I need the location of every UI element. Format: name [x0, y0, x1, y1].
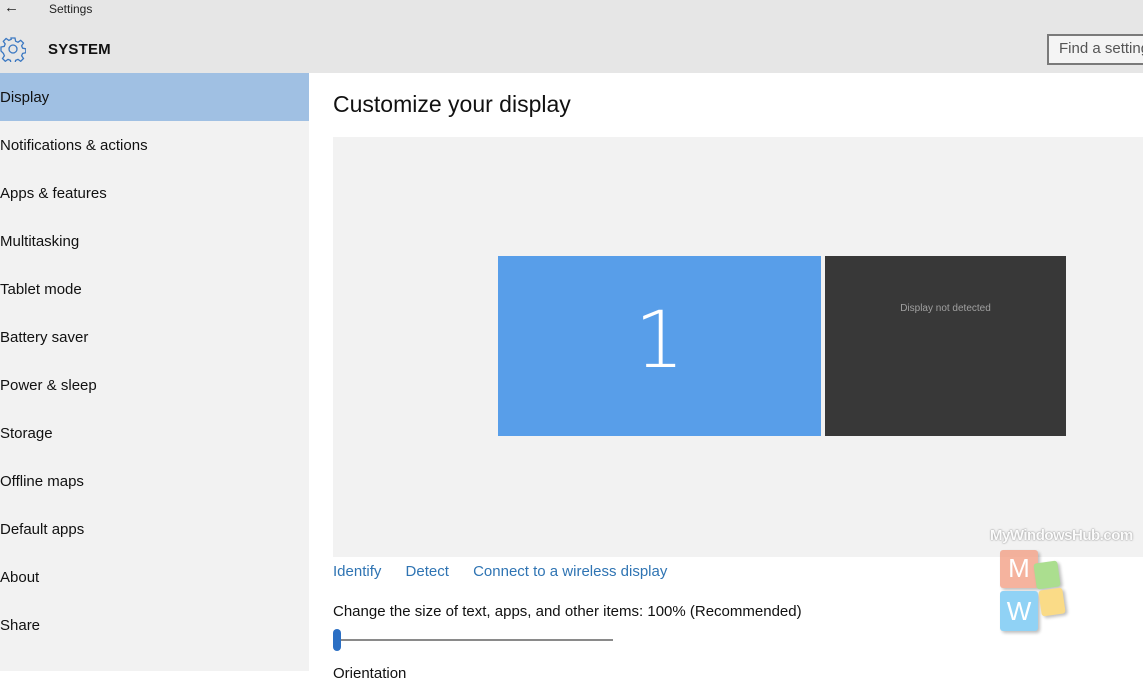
logo-tile-w: W [1000, 591, 1038, 631]
watermark: MyWindowsHub.com M W [990, 527, 1140, 647]
detect-link[interactable]: Detect [406, 563, 449, 580]
logo-letter-w: W [1006, 596, 1032, 626]
sidebar-item-label: Multitasking [0, 233, 80, 250]
sidebar-item-label: About [0, 569, 40, 586]
sidebar-item-offline-maps[interactable]: Offline maps [0, 457, 309, 505]
sidebar-item-share[interactable]: Share [0, 601, 309, 649]
sidebar-item-label: Battery saver [0, 329, 89, 346]
logo-tile-yellow [1038, 587, 1066, 617]
app-title: Settings [49, 2, 93, 16]
sidebar-item-label: Power & sleep [0, 377, 97, 394]
sidebar-item-apps-features[interactable]: Apps & features [0, 169, 309, 217]
sidebar-item-label: Display [0, 89, 50, 106]
sidebar-item-battery-saver[interactable]: Battery saver [0, 313, 309, 361]
sidebar-item-power-sleep[interactable]: Power & sleep [0, 361, 309, 409]
sidebar-item-label: Notifications & actions [0, 137, 148, 154]
display-arrangement-area: 1 Display not detected [333, 137, 1143, 557]
monitor-1-tile[interactable]: 1 [498, 256, 821, 436]
gear-icon [0, 37, 26, 62]
logo-tile-m: M [1000, 550, 1038, 588]
watermark-text: MyWindowsHub.com [990, 527, 1133, 544]
sidebar: Display Notifications & actions Apps & f… [0, 73, 309, 671]
sidebar-item-notifications[interactable]: Notifications & actions [0, 121, 309, 169]
monitor-2-tile[interactable]: Display not detected [825, 256, 1066, 436]
section-title: SYSTEM [48, 41, 111, 58]
sidebar-item-default-apps[interactable]: Default apps [0, 505, 309, 553]
search-placeholder: Find a setting [1059, 40, 1143, 57]
display-links: Identify Detect Connect to a wireless di… [333, 563, 687, 580]
sidebar-item-label: Offline maps [0, 473, 84, 490]
sidebar-item-storage[interactable]: Storage [0, 409, 309, 457]
back-button[interactable]: ← [4, 0, 24, 18]
title-bar: ← Settings SYSTEM Find a setting [0, 0, 1143, 73]
connect-wireless-display-link[interactable]: Connect to a wireless display [473, 563, 667, 580]
sidebar-item-about[interactable]: About [0, 553, 309, 601]
back-arrow-icon: ← [4, 0, 19, 16]
sidebar-item-label: Tablet mode [0, 281, 82, 298]
slider-thumb[interactable] [333, 629, 341, 651]
logo-tile-green [1033, 560, 1061, 590]
orientation-label: Orientation [333, 665, 407, 682]
sidebar-item-display[interactable]: Display [0, 73, 309, 121]
identify-link[interactable]: Identify [333, 563, 381, 580]
page-title: Customize your display [333, 91, 571, 117]
sidebar-item-tablet-mode[interactable]: Tablet mode [0, 265, 309, 313]
scale-slider[interactable] [333, 629, 615, 651]
search-input[interactable]: Find a setting [1047, 34, 1143, 65]
sidebar-item-label: Share [0, 617, 41, 634]
logo-letter-m: M [1008, 553, 1030, 583]
sidebar-item-label: Default apps [0, 521, 85, 538]
monitor-number: 1 [634, 296, 685, 386]
slider-track [333, 639, 613, 641]
sidebar-item-label: Apps & features [0, 185, 107, 202]
scale-label: Change the size of text, apps, and other… [333, 603, 802, 620]
monitor-status: Display not detected [900, 303, 991, 314]
sidebar-item-label: Storage [0, 425, 53, 442]
sidebar-item-multitasking[interactable]: Multitasking [0, 217, 309, 265]
